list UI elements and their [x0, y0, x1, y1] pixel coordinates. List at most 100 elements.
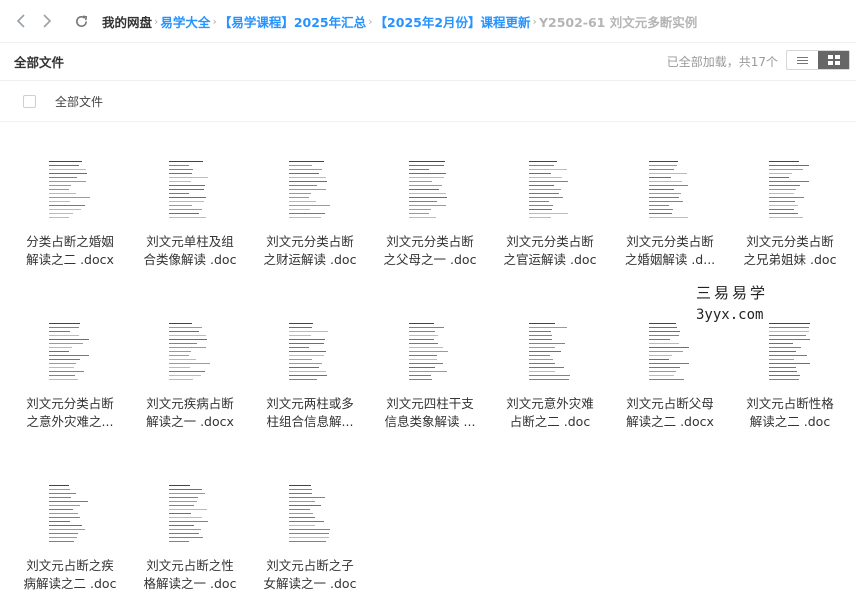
file-name: 刘文元占断父母 解读之二 .docx: [615, 395, 725, 431]
document-thumbnail-icon: [765, 158, 815, 222]
file-item[interactable]: 刘文元占断之子 女解读之一 .doc: [255, 482, 365, 593]
file-name-line-2: 解读之二 .doc: [749, 414, 831, 429]
chevron-right-icon[interactable]: [36, 10, 58, 32]
file-name-line-1: 刘文元分类占断: [626, 234, 714, 249]
file-name-line-1: 刘文元分类占断: [746, 234, 834, 249]
top-navigation-bar: 我的网盘 › 易学大全 › 【易学课程】2025年汇总 › 【2025年2月份】…: [0, 0, 856, 43]
grid-view-icon[interactable]: [818, 51, 849, 69]
document-thumbnail-icon: [285, 482, 335, 546]
file-item[interactable]: 刘文元分类占断 之父母之一 .doc: [375, 158, 485, 269]
file-name-line-2: 病解读之二 .doc: [23, 576, 117, 591]
document-thumbnail-icon: [165, 158, 215, 222]
file-name-line-1: 刘文元单柱及组: [146, 234, 234, 249]
document-thumbnail-icon: [45, 320, 95, 384]
file-name-line-1: 刘文元占断性格: [746, 396, 834, 411]
file-item[interactable]: 刘文元占断性格 解读之二 .doc: [735, 320, 845, 431]
document-thumbnail-icon: [645, 320, 695, 384]
file-item[interactable]: 分类占断之婚姻 解读之二 .docx: [15, 158, 125, 269]
file-name: 刘文元分类占断 之意外灾难之...: [15, 395, 125, 431]
file-name: 刘文元意外灾难 占断之二 .doc: [495, 395, 605, 431]
file-name-line-2: 解读之二 .docx: [626, 414, 714, 429]
breadcrumb-item[interactable]: 【易学课程】2025年汇总: [219, 12, 366, 31]
breadcrumb-item[interactable]: 易学大全: [160, 12, 210, 31]
file-name: 刘文元分类占断 之父母之一 .doc: [375, 233, 485, 269]
file-name-line-1: 分类占断之婚姻: [26, 234, 114, 249]
file-item[interactable]: 刘文元分类占断 之婚姻解读 .d...: [615, 158, 725, 269]
document-thumbnail-icon: [45, 158, 95, 222]
document-thumbnail-icon: [525, 158, 575, 222]
file-name: 刘文元占断性格 解读之二 .doc: [735, 395, 845, 431]
document-thumbnail-icon: [405, 320, 455, 384]
file-item[interactable]: 刘文元意外灾难 占断之二 .doc: [495, 320, 605, 431]
select-all-label: 全部文件: [55, 94, 104, 109]
file-name-line-1: 刘文元意外灾难: [506, 396, 594, 411]
watermark: 三易易学 3yyx.com: [696, 282, 776, 323]
document-thumbnail-icon: [165, 320, 215, 384]
file-name-line-1: 刘文元两柱或多: [266, 396, 354, 411]
breadcrumb-root[interactable]: 我的网盘: [102, 12, 152, 31]
file-item[interactable]: 刘文元占断之疾 病解读之二 .doc: [15, 482, 125, 593]
file-name-line-2: 之兄弟姐妹 .doc: [743, 252, 837, 267]
file-name-line-2: 信息类象解读 ...: [384, 414, 476, 429]
select-all-bar: 全部文件: [0, 81, 856, 122]
file-item[interactable]: 刘文元四柱干支 信息类象解读 ...: [375, 320, 485, 431]
file-name: 刘文元占断之子 女解读之一 .doc: [255, 557, 365, 593]
file-name: 刘文元四柱干支 信息类象解读 ...: [375, 395, 485, 431]
breadcrumb-separator-icon: ›: [368, 14, 373, 28]
file-name-line-1: 刘文元疾病占断: [146, 396, 234, 411]
file-name-line-2: 之财运解读 .doc: [263, 252, 357, 267]
file-name: 刘文元分类占断 之官运解读 .doc: [495, 233, 605, 269]
file-item[interactable]: 刘文元单柱及组 合类像解读 .doc: [135, 158, 245, 269]
file-name-line-1: 刘文元占断之子: [266, 558, 354, 573]
file-name-line-1: 刘文元分类占断: [26, 396, 114, 411]
file-item[interactable]: 刘文元分类占断 之官运解读 .doc: [495, 158, 605, 269]
file-item[interactable]: 刘文元分类占断 之兄弟姐妹 .doc: [735, 158, 845, 269]
document-thumbnail-icon: [525, 320, 575, 384]
chevron-left-icon[interactable]: [10, 10, 32, 32]
file-name: 刘文元单柱及组 合类像解读 .doc: [135, 233, 245, 269]
breadcrumb-separator-icon: ›: [212, 14, 217, 28]
breadcrumb-item[interactable]: 【2025年2月份】课程更新: [375, 12, 531, 31]
file-grid: 分类占断之婚姻 解读之二 .docx 刘文元单柱及组 合类像解读 .doc 刘文元分类占…: [0, 122, 856, 605]
file-name-line-1: 刘文元分类占断: [266, 234, 354, 249]
breadcrumb: 我的网盘 › 易学大全 › 【易学课程】2025年汇总 › 【2025年2月份】…: [102, 12, 697, 31]
file-name: 刘文元占断之性 格解读之一 .doc: [135, 557, 245, 593]
file-name: 刘文元占断之疾 病解读之二 .doc: [15, 557, 125, 593]
file-name: 刘文元分类占断 之兄弟姐妹 .doc: [735, 233, 845, 269]
file-item[interactable]: 刘文元两柱或多 柱组合信息解...: [255, 320, 365, 431]
file-name-line-1: 刘文元四柱干支: [386, 396, 474, 411]
select-all-checkbox[interactable]: [23, 94, 36, 108]
file-name-line-2: 女解读之一 .doc: [263, 576, 357, 591]
file-name-line-1: 刘文元占断之性: [146, 558, 234, 573]
watermark-line-2: 3yyx.com: [696, 307, 764, 323]
file-toolbar: 全部文件 已全部加载，共17个: [0, 42, 856, 81]
refresh-icon[interactable]: [70, 10, 92, 32]
document-thumbnail-icon: [285, 320, 335, 384]
list-view-icon[interactable]: [787, 51, 818, 69]
file-item[interactable]: 刘文元占断之性 格解读之一 .doc: [135, 482, 245, 593]
file-item[interactable]: 刘文元疾病占断 解读之一 .docx: [135, 320, 245, 431]
file-name-line-2: 柱组合信息解...: [266, 414, 354, 429]
breadcrumb-separator-icon: ›: [532, 14, 537, 28]
file-name-line-1: 刘文元分类占断: [506, 234, 594, 249]
file-name: 刘文元分类占断 之财运解读 .doc: [255, 233, 365, 269]
page-title: 全部文件: [14, 54, 65, 70]
file-name-line-1: 刘文元分类占断: [386, 234, 474, 249]
document-thumbnail-icon: [285, 158, 335, 222]
view-switch: [786, 50, 850, 70]
breadcrumb-separator-icon: ›: [154, 14, 159, 28]
file-name-line-2: 解读之二 .docx: [26, 252, 114, 267]
file-name: 刘文元分类占断 之婚姻解读 .d...: [615, 233, 725, 269]
file-name-line-2: 之婚姻解读 .d...: [624, 252, 716, 267]
file-name-line-1: 刘文元占断父母: [626, 396, 714, 411]
file-name: 刘文元两柱或多 柱组合信息解...: [255, 395, 365, 431]
file-name-line-2: 合类像解读 .doc: [143, 252, 237, 267]
document-thumbnail-icon: [645, 158, 695, 222]
file-item[interactable]: 刘文元占断父母 解读之二 .docx: [615, 320, 725, 431]
file-item[interactable]: 刘文元分类占断 之财运解读 .doc: [255, 158, 365, 269]
document-thumbnail-icon: [165, 482, 215, 546]
file-name-line-2: 占断之二 .doc: [509, 414, 591, 429]
file-name-line-2: 之父母之一 .doc: [383, 252, 477, 267]
file-item[interactable]: 刘文元分类占断 之意外灾难之...: [15, 320, 125, 431]
file-name-line-1: 刘文元占断之疾: [26, 558, 114, 573]
